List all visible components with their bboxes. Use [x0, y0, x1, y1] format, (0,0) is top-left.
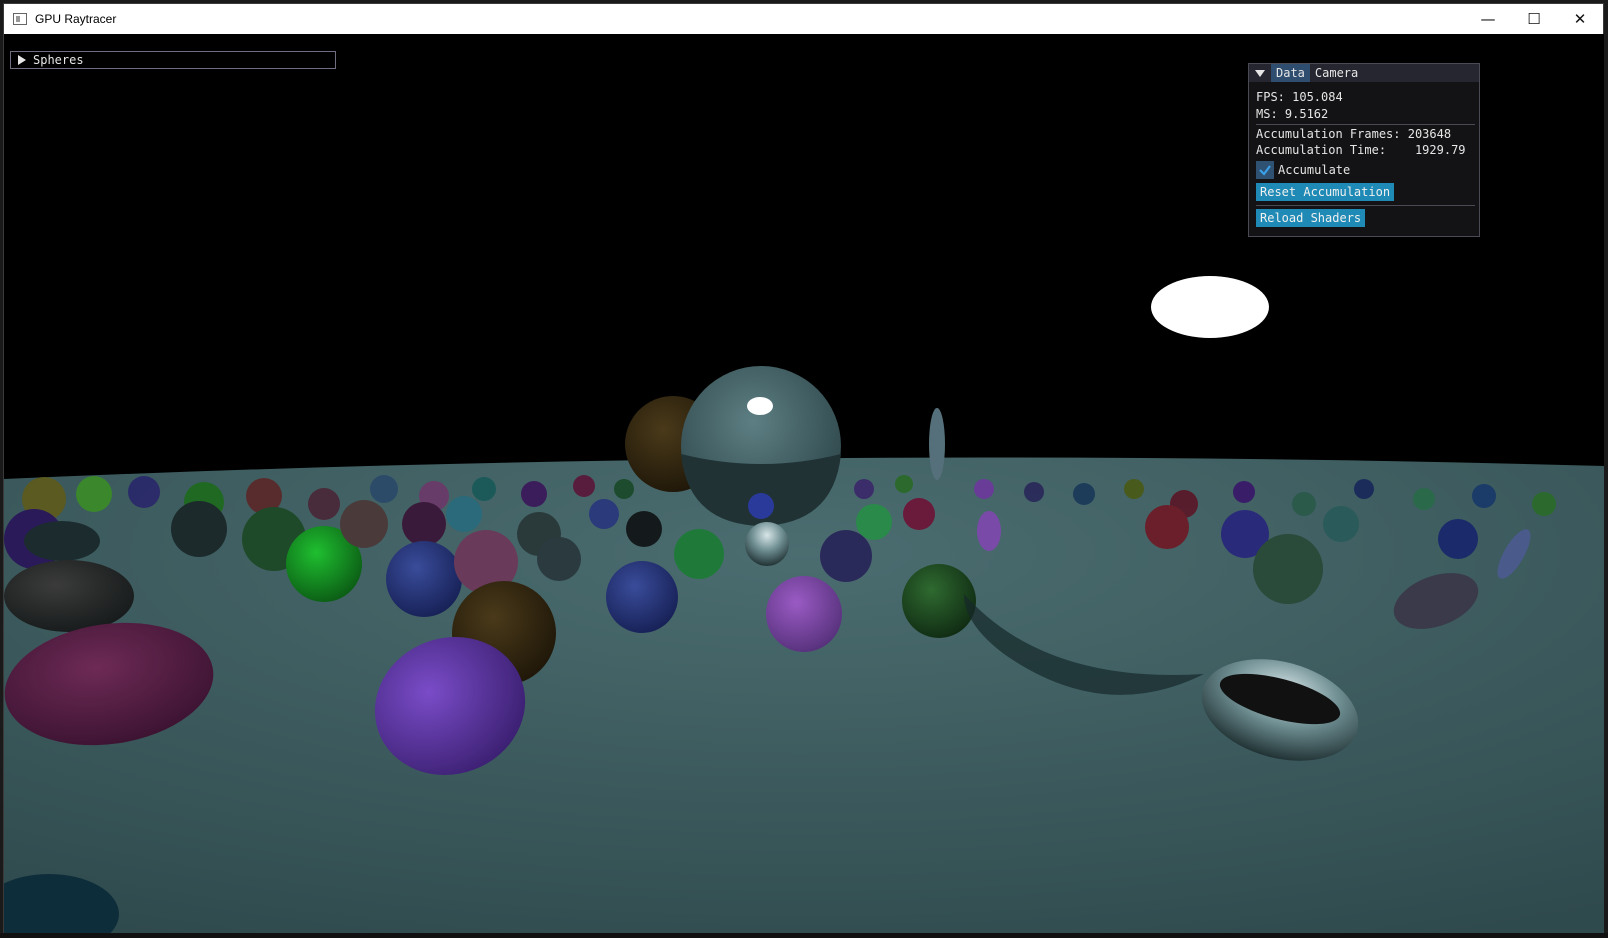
- app-window: GPU Raytracer — ☐ ✕ Spheres Data Camera …: [3, 3, 1604, 935]
- maximize-button[interactable]: ☐: [1511, 4, 1557, 34]
- collapse-arrow-icon[interactable]: [1255, 69, 1265, 77]
- panel-tab-bar: Data Camera: [1249, 64, 1479, 82]
- title-bar[interactable]: GPU Raytracer — ☐ ✕: [4, 4, 1603, 34]
- separator: [1256, 124, 1475, 125]
- accumulate-checkbox[interactable]: [1256, 161, 1274, 179]
- window-title: GPU Raytracer: [35, 12, 117, 26]
- minimize-button[interactable]: —: [1465, 4, 1511, 34]
- accumulation-time-readout: Accumulation Time: 1929.79: [1256, 143, 1466, 157]
- expand-arrow-icon: [18, 55, 26, 65]
- tab-camera[interactable]: Camera: [1310, 64, 1363, 82]
- window-controls: — ☐ ✕: [1465, 4, 1603, 34]
- app-icon: [13, 13, 27, 25]
- spheres-label: Spheres: [33, 53, 84, 67]
- spheres-collapsing-header[interactable]: Spheres: [10, 51, 336, 69]
- reset-accumulation-button[interactable]: Reset Accumulation: [1256, 183, 1395, 201]
- render-viewport[interactable]: Spheres Data Camera FPS: 105.084 MS: 9.5…: [4, 34, 1604, 934]
- checkmark-icon: [1259, 165, 1271, 176]
- fps-readout: FPS: 105.084: [1256, 90, 1343, 104]
- ms-readout: MS: 9.5162: [1256, 107, 1329, 121]
- separator: [1256, 205, 1475, 206]
- accumulation-frames-readout: Accumulation Frames: 203648: [1256, 127, 1452, 141]
- reload-shaders-button[interactable]: Reload Shaders: [1256, 209, 1366, 227]
- taskbar-strip: [0, 933, 1608, 938]
- tab-data[interactable]: Data: [1271, 64, 1310, 82]
- accumulate-label: Accumulate: [1278, 163, 1351, 177]
- close-button[interactable]: ✕: [1557, 4, 1603, 34]
- stats-panel: Data Camera FPS: 105.084 MS: 9.5162 Accu…: [1248, 63, 1480, 237]
